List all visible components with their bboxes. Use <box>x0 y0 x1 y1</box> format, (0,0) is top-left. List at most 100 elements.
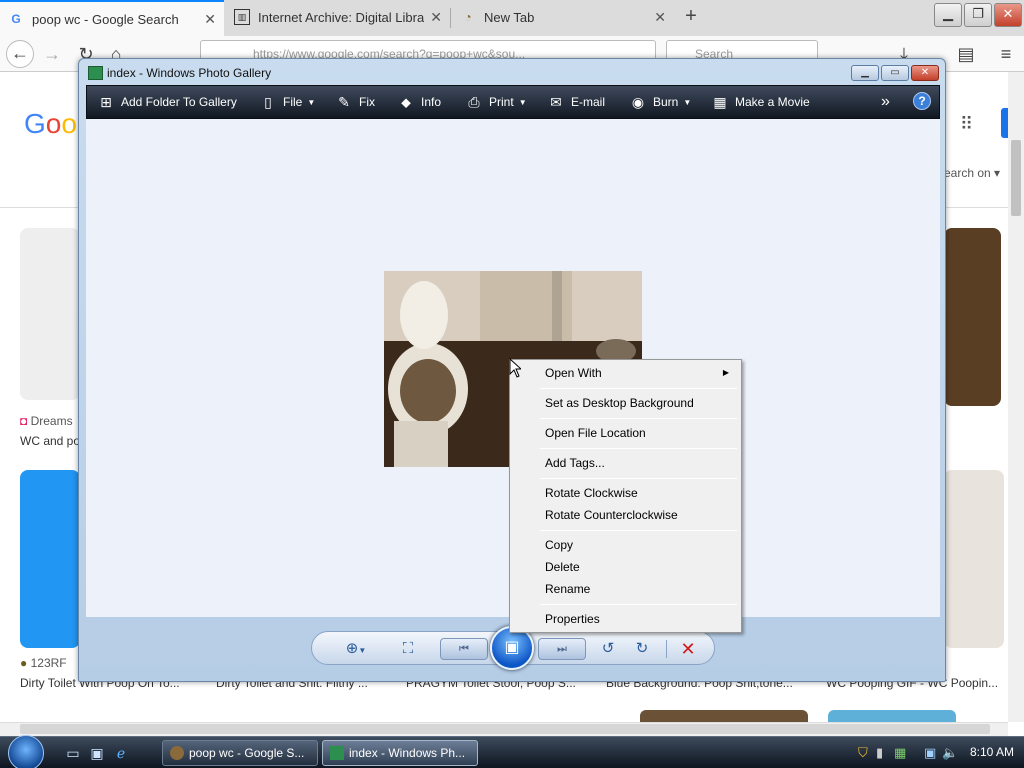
email-button[interactable]: ✉ E-mail <box>547 86 605 118</box>
controls-divider <box>666 640 667 658</box>
switch-windows-icon[interactable]: ▣ <box>88 744 106 762</box>
tab-title: Internet Archive: Digital Library <box>258 9 425 25</box>
print-menu-button[interactable]: ⎙ Print ▼ <box>465 86 527 118</box>
warning-shield-icon[interactable]: ⛉ <box>858 745 868 761</box>
burn-menu-button[interactable]: ◉ Burn ▼ <box>629 86 691 118</box>
fit-window-icon: ⛶ <box>402 640 414 657</box>
tab-google-search[interactable]: G poop wc - Google Search ✕ <box>0 0 224 36</box>
browser-tab-bar: G poop wc - Google Search ✕ ▥ Internet A… <box>0 0 1024 36</box>
delete-button[interactable]: ✕ <box>674 638 702 660</box>
close-window-button[interactable]: ✕ <box>994 3 1022 27</box>
result-thumbnail[interactable] <box>20 228 80 400</box>
source-favicon-icon: ● <box>20 656 28 670</box>
forward-button[interactable]: → <box>38 40 66 68</box>
close-tab-icon[interactable]: ✕ <box>654 9 666 26</box>
internet-explorer-icon[interactable]: ℯ <box>112 744 130 762</box>
menu-item-add-tags[interactable]: Add Tags... <box>512 452 739 474</box>
minimize-button[interactable]: ▁ <box>851 65 879 81</box>
volume-icon[interactable]: 🔈 <box>942 745 958 761</box>
tag-icon: ⬥ <box>401 93 411 110</box>
result-thumbnail[interactable] <box>640 710 808 722</box>
menu-item-rotate-counterclockwise[interactable]: Rotate Counterclockwise <box>512 504 739 526</box>
minimize-button[interactable]: ▁ <box>934 3 962 27</box>
clock[interactable]: 8:10 AM <box>970 745 1014 759</box>
menu-item-rename[interactable]: Rename <box>512 578 739 600</box>
rotate-left-icon: ↺ <box>601 640 615 657</box>
tray-expand-icon[interactable]: ▮ <box>876 745 883 761</box>
window-title: index - Windows Photo Gallery <box>107 66 272 80</box>
make-movie-button[interactable]: ▦ Make a Movie <box>711 86 809 118</box>
rotate-counterclockwise-button[interactable]: ↺ <box>594 638 622 660</box>
apps-grid-icon[interactable]: ⠿ <box>960 114 973 135</box>
taskbar-item-photo-gallery[interactable]: index - Windows Ph... <box>322 740 478 766</box>
source-favicon-icon: ◘ <box>20 414 28 428</box>
google-logo[interactable]: Goo <box>24 108 77 140</box>
sidebar-icon[interactable]: ▤ <box>952 40 980 68</box>
info-button[interactable]: ⬥ Info <box>397 86 441 118</box>
disc-icon: ◉ <box>631 93 645 110</box>
sign-in-button[interactable] <box>1001 108 1008 138</box>
menu-separator <box>540 418 737 419</box>
menu-separator <box>540 478 737 479</box>
menu-item-open-with[interactable]: Open With ▶ <box>512 362 739 384</box>
fix-button[interactable]: ✎ Fix <box>335 86 375 118</box>
more-commands-button[interactable]: » <box>881 86 890 118</box>
result-thumbnail[interactable] <box>944 470 1004 648</box>
result-source[interactable]: ◘ Dreams <box>20 414 73 428</box>
menu-item-set-desktop-background[interactable]: Set as Desktop Background <box>512 392 739 414</box>
google-g-icon: G <box>11 12 21 26</box>
tab-new-tab[interactable]: ◔ New Tab ✕ <box>452 0 674 34</box>
tab-title: New Tab <box>484 9 535 25</box>
printer-icon: ⎙ <box>468 93 480 110</box>
menu-item-delete[interactable]: Delete <box>512 556 739 578</box>
help-icon[interactable]: ? <box>913 92 931 110</box>
horizontal-scroll-thumb[interactable] <box>20 724 990 734</box>
result-source[interactable]: ● 123RF <box>20 656 67 670</box>
rotate-right-icon: ↻ <box>635 640 649 657</box>
menu-item-open-file-location[interactable]: Open File Location <box>512 422 739 444</box>
playback-controls: ⊕▼ ⛶ ⏮ ▣ ⏭ ↺ ↻ ✕ <box>311 626 715 670</box>
menu-item-copy[interactable]: Copy <box>512 534 739 556</box>
add-folder-button[interactable]: ⊞ Add Folder To Gallery <box>97 86 237 118</box>
result-thumbnail[interactable] <box>828 710 956 722</box>
tab-divider <box>450 8 451 28</box>
close-tab-icon[interactable]: ✕ <box>430 9 442 26</box>
close-tab-icon[interactable]: ✕ <box>204 11 216 28</box>
result-caption[interactable]: WC and po <box>20 434 78 448</box>
windows-taskbar: ▭ ▣ ℯ poop wc - Google S... index - Wind… <box>0 735 1024 768</box>
add-folder-icon: ⊞ <box>100 93 112 110</box>
context-menu: Open With ▶ Set as Desktop Background Ope… <box>509 359 742 633</box>
file-menu-button[interactable]: ▯ File ▼ <box>259 86 315 118</box>
new-tab-button[interactable]: + <box>678 4 704 30</box>
back-button[interactable]: ← <box>6 40 34 68</box>
film-icon: ▦ <box>713 93 727 110</box>
result-thumbnail[interactable] <box>944 228 1001 406</box>
fix-icon: ✎ <box>338 93 350 110</box>
dropdown-arrow-icon: ▼ <box>518 97 527 107</box>
result-thumbnail[interactable] <box>20 470 80 648</box>
search-on-menu[interactable]: earch on ▾ <box>944 166 1000 180</box>
menu-icon[interactable]: ≡ <box>992 40 1020 68</box>
maximize-button[interactable]: ▭ <box>881 65 909 81</box>
start-button[interactable] <box>8 735 44 768</box>
gallery-toolbar: ⊞ Add Folder To Gallery ▯ File ▼ ✎ Fix ⬥ Info… <box>86 85 940 119</box>
next-button[interactable]: ⏭ <box>538 638 586 660</box>
monitor-icon[interactable]: ▣ <box>924 745 936 761</box>
submenu-arrow-icon: ▶ <box>722 368 729 377</box>
dropdown-arrow-icon: ▼ <box>358 646 367 655</box>
tab-title: poop wc - Google Search <box>32 11 179 27</box>
zoom-button[interactable]: ⊕▼ <box>336 638 376 660</box>
archive-icon: ▥ <box>234 9 250 25</box>
show-desktop-icon[interactable]: ▭ <box>64 744 82 762</box>
network-icon[interactable]: ▦ <box>894 745 906 761</box>
restore-button[interactable]: ❐ <box>964 3 992 27</box>
menu-item-rotate-clockwise[interactable]: Rotate Clockwise <box>512 482 739 504</box>
tab-internet-archive[interactable]: ▥ Internet Archive: Digital Library ✕ <box>226 0 450 34</box>
previous-button[interactable]: ⏮ <box>440 638 488 660</box>
taskbar-item-browser[interactable]: poop wc - Google S... <box>162 740 318 766</box>
menu-item-properties[interactable]: Properties <box>512 608 739 630</box>
vertical-scroll-thumb[interactable] <box>1011 140 1021 216</box>
actual-size-button[interactable]: ⛶ <box>394 638 422 660</box>
rotate-clockwise-button[interactable]: ↻ <box>628 638 656 660</box>
close-window-button[interactable]: ✕ <box>911 65 939 81</box>
